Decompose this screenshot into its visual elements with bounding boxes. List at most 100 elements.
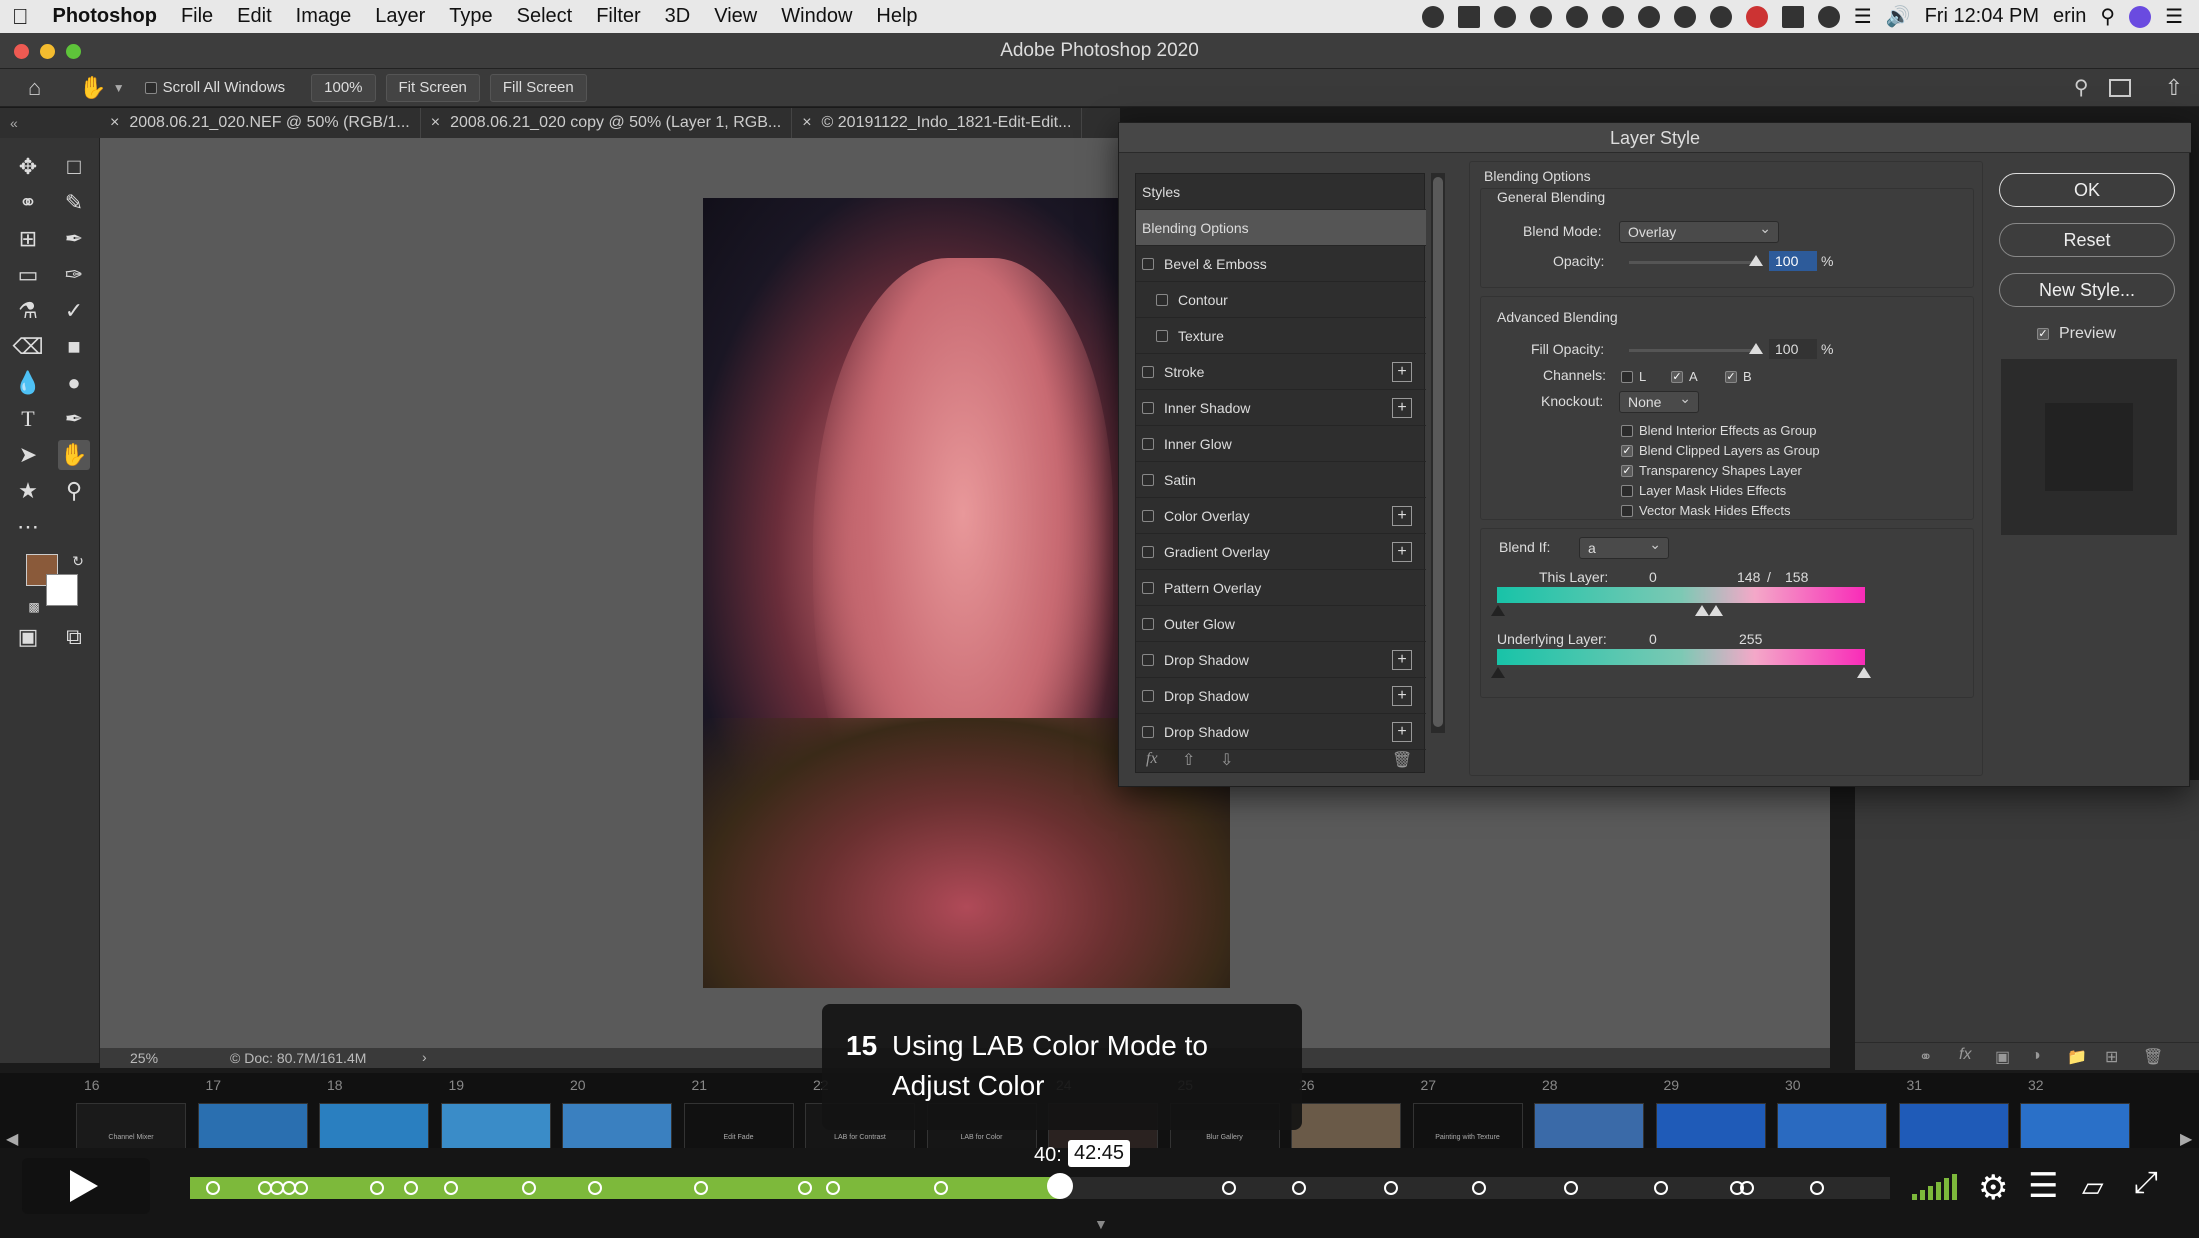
menu-view[interactable]: View <box>702 5 769 28</box>
collapse-chevron-icon[interactable]: ▼ <box>1094 1216 1108 1232</box>
add-effect-plus-icon[interactable]: + <box>1392 685 1412 706</box>
filmstrip-prev-icon[interactable]: ◀ <box>6 1129 18 1149</box>
style-checkbox[interactable] <box>1142 257 1154 270</box>
advanced-option-checkbox[interactable] <box>1621 424 1633 437</box>
style-row-drop-shadow[interactable]: Drop Shadow + <box>1136 678 1426 714</box>
chapter-marker[interactable] <box>522 1181 536 1195</box>
style-row-drop-shadow[interactable]: Drop Shadow + <box>1136 642 1426 678</box>
style-checkbox[interactable] <box>1142 437 1154 450</box>
style-checkbox[interactable] <box>1142 365 1154 378</box>
share-icon[interactable]: ⇧ <box>2165 75 2183 101</box>
chapter-marker[interactable] <box>404 1181 418 1195</box>
new-layer-icon[interactable]: ⊞ <box>2105 1047 2118 1067</box>
menu-3d[interactable]: 3D <box>653 5 703 28</box>
advanced-option-checkbox[interactable] <box>1621 484 1633 497</box>
notification-center-icon[interactable]: ☰ <box>2165 4 2183 29</box>
chapter-marker[interactable] <box>370 1181 384 1195</box>
scroll-all-checkbox-box[interactable] <box>144 81 157 94</box>
forward-icon[interactable] <box>1709 5 1732 28</box>
info-icon[interactable] <box>1673 5 1696 28</box>
zoom-level[interactable]: 25% <box>130 1050 158 1066</box>
this-layer-white-thumb-right[interactable] <box>1709 605 1723 616</box>
style-row-stroke[interactable]: Stroke + <box>1136 354 1426 390</box>
chevron-down-icon[interactable]: ▼ <box>113 81 125 95</box>
style-row-gradient-overlay[interactable]: Gradient Overlay + <box>1136 534 1426 570</box>
styles-scroll-thumb[interactable] <box>1433 177 1443 727</box>
style-checkbox[interactable] <box>1142 473 1154 486</box>
style-checkbox[interactable] <box>1156 329 1168 342</box>
this-layer-gradient[interactable] <box>1497 587 1865 603</box>
close-tab-icon[interactable]: × <box>110 114 119 131</box>
style-row-inner-shadow[interactable]: Inner Shadow + <box>1136 390 1426 426</box>
doc-size[interactable]: © Doc: 80.7M/161.4M <box>230 1050 366 1066</box>
styles-header[interactable]: Styles <box>1136 174 1426 210</box>
chapter-marker[interactable] <box>826 1181 840 1195</box>
fill-opacity-slider-thumb[interactable] <box>1749 343 1763 354</box>
this-layer-white-thumb-left[interactable] <box>1695 605 1709 616</box>
close-tab-icon[interactable]: × <box>431 114 440 131</box>
style-checkbox[interactable] <box>1142 725 1154 738</box>
zoom-100-button[interactable]: 100% <box>311 73 376 102</box>
add-style-icon[interactable]: fx <box>1959 1046 1971 1064</box>
move-icon[interactable]: ✥ <box>12 152 44 182</box>
dropbox-2-icon[interactable] <box>1601 5 1624 28</box>
dropbox-icon[interactable] <box>1565 5 1588 28</box>
record-icon[interactable] <box>1745 5 1768 28</box>
user-name[interactable]: erin <box>2053 5 2086 28</box>
marquee-icon[interactable]: □ <box>58 152 90 182</box>
style-checkbox[interactable] <box>1142 617 1154 630</box>
close-tab-icon[interactable]: × <box>802 114 811 131</box>
lasso-icon[interactable]: ⚭ <box>12 188 44 218</box>
delete-layer-icon[interactable]: 🗑 <box>2143 1047 2163 1067</box>
chapter-marker[interactable] <box>1654 1181 1668 1195</box>
workspace-icon[interactable] <box>2108 78 2131 97</box>
video-playhead[interactable] <box>1047 1173 1074 1199</box>
swap-colors-icon[interactable]: ↻ <box>62 546 94 576</box>
airplay-icon[interactable]: ▱ <box>2082 1170 2104 1203</box>
advanced-option-transparency-shapes-layer[interactable]: ✓ Transparency Shapes Layer <box>1621 463 1802 478</box>
advanced-option-checkbox[interactable]: ✓ <box>1621 444 1633 457</box>
blend-mode-select[interactable]: Overlay <box>1619 218 1779 243</box>
clock[interactable]: Fri 12:04 PM <box>1925 5 2039 28</box>
preview-checkbox[interactable]: ✓ Preview <box>2037 325 2116 343</box>
underlying-white-thumb[interactable] <box>1857 667 1871 678</box>
gradient-icon[interactable]: ■ <box>58 332 90 362</box>
menu-select[interactable]: Select <box>505 5 585 28</box>
bluetooth-icon[interactable] <box>1817 5 1840 28</box>
siri-icon[interactable] <box>2129 5 2152 28</box>
onepassword-icon[interactable] <box>1493 5 1516 28</box>
crop-icon[interactable]: ⊞ <box>12 224 44 254</box>
chapter-marker[interactable] <box>694 1181 708 1195</box>
style-row-bevel-emboss[interactable]: Bevel & Emboss <box>1136 246 1426 282</box>
chapter-marker[interactable] <box>1740 1181 1754 1195</box>
creative-cloud-icon[interactable] <box>1421 5 1444 28</box>
volume-icon[interactable]: 🔊 <box>1886 4 1911 29</box>
this-layer-black-thumb[interactable] <box>1491 605 1505 616</box>
channel-l-checkbox[interactable]: L <box>1621 369 1646 384</box>
hand-tool-preset-icon[interactable]: ✋ <box>79 75 106 101</box>
add-effect-plus-icon[interactable]: + <box>1392 505 1412 526</box>
opacity-input[interactable]: 100 <box>1769 251 1817 271</box>
menu-image[interactable]: Image <box>284 5 364 28</box>
chapter-marker[interactable] <box>1222 1181 1236 1195</box>
chapter-marker[interactable] <box>1472 1181 1486 1195</box>
chapter-marker[interactable] <box>1292 1181 1306 1195</box>
channel-l-box[interactable] <box>1621 370 1633 383</box>
channel-a-checkbox[interactable]: ✓ A <box>1671 369 1698 384</box>
tab-document-1[interactable]: × 2008.06.21_020.NEF @ 50% (RGB/1... <box>100 108 421 138</box>
style-row-inner-glow[interactable]: Inner Glow <box>1136 426 1426 462</box>
search-icon[interactable]: ⚲ <box>2074 75 2089 100</box>
wifi-icon[interactable]: ☰ <box>1854 4 1872 29</box>
advanced-option-checkbox[interactable] <box>1621 504 1633 517</box>
delete-effect-icon[interactable]: 🗑 <box>1392 750 1412 770</box>
blend-if-select[interactable]: a <box>1579 534 1669 559</box>
tab-document-2[interactable]: × 2008.06.21_020 copy @ 50% (Layer 1, RGB… <box>421 108 793 138</box>
path-select-icon[interactable]: ➤ <box>12 440 44 470</box>
style-row-outer-glow[interactable]: Outer Glow <box>1136 606 1426 642</box>
close-window-button[interactable] <box>14 44 29 59</box>
style-row-blending-options[interactable]: Blending Options <box>1136 210 1426 246</box>
fit-screen-button[interactable]: Fit Screen <box>385 73 480 102</box>
chapter-marker[interactable] <box>294 1181 308 1195</box>
chapter-marker[interactable] <box>798 1181 812 1195</box>
advanced-option-vector-mask-hides-effects[interactable]: Vector Mask Hides Effects <box>1621 503 1791 518</box>
